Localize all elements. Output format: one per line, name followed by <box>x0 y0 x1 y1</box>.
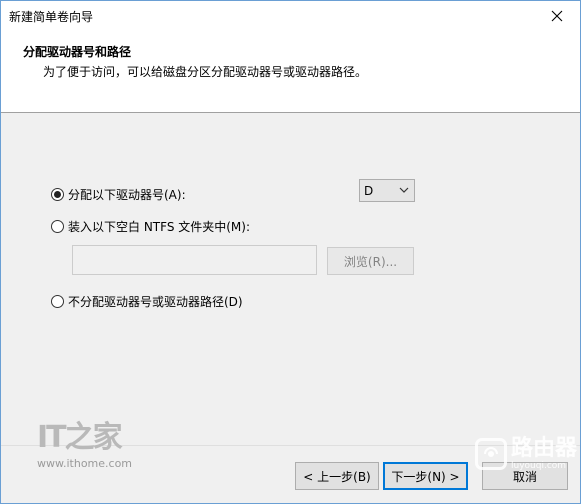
window-title: 新建简单卷向导 <box>9 10 94 24</box>
no-assign-label: 不分配驱动器号或驱动器路径(D) <box>68 295 243 309</box>
wizard-window: 新建简单卷向导 分配驱动器号和路径 为了便于访问，可以给磁盘分区分配驱动器号或驱… <box>0 0 581 504</box>
assign-letter-option[interactable]: 分配以下驱动器号(A): <box>51 186 186 203</box>
back-button[interactable]: < 上一步(B) <box>295 462 379 490</box>
chevron-down-icon <box>399 187 409 193</box>
mount-folder-option[interactable]: 装入以下空白 NTFS 文件夹中(M): <box>51 218 250 235</box>
page-description: 为了便于访问，可以给磁盘分区分配驱动器号或驱动器路径。 <box>43 65 368 79</box>
mount-folder-label: 装入以下空白 NTFS 文件夹中(M): <box>68 220 251 234</box>
assign-letter-label: 分配以下驱动器号(A): <box>68 188 186 202</box>
title-bar[interactable]: 新建简单卷向导 <box>1 1 580 31</box>
next-button[interactable]: 下一步(N) > <box>383 462 468 490</box>
ithome-site-text: www.ithome.com <box>37 457 133 470</box>
router-watermark-title: 路由器 <box>511 436 578 461</box>
mount-folder-radio[interactable] <box>51 220 64 233</box>
assign-letter-radio[interactable] <box>51 188 64 201</box>
browse-button[interactable]: 浏览(R)... <box>327 247 414 275</box>
close-icon <box>551 10 563 22</box>
no-assign-radio[interactable] <box>51 295 64 308</box>
drive-letter-value: D <box>364 183 374 198</box>
folder-path-input[interactable] <box>72 245 317 275</box>
ithome-watermark: IT之家 www.ithome.com <box>37 420 133 471</box>
close-button[interactable] <box>534 1 580 31</box>
router-watermark-site: luyouqi.com <box>511 461 567 471</box>
drive-letter-select[interactable]: D <box>359 179 415 202</box>
no-assign-option[interactable]: 不分配驱动器号或驱动器路径(D) <box>51 293 243 310</box>
router-icon <box>475 438 507 470</box>
wizard-header: 分配驱动器号和路径 为了便于访问，可以给磁盘分区分配驱动器号或驱动器路径。 <box>1 31 580 113</box>
router-watermark: 路由器 luyouqi.com <box>475 437 577 471</box>
page-title: 分配驱动器号和路径 <box>23 45 132 59</box>
ithome-logo: IT之家 <box>37 420 123 455</box>
